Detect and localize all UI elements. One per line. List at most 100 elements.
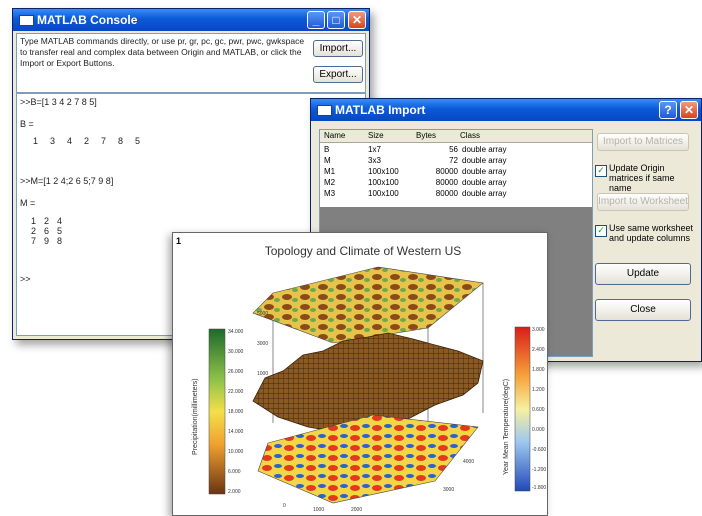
import-to-worksheet-button[interactable]: Import to Worksheet <box>597 193 689 211</box>
maximize-icon[interactable]: □ <box>327 11 345 29</box>
console-command-line: >>B=[1 3 4 2 7 8 5] <box>20 97 97 107</box>
z-tick-label: 5000 <box>257 311 268 317</box>
export-button[interactable]: Export... <box>313 66 363 83</box>
precipitation-scale-labels: 34.000 30.000 26.000 22.000 18.000 14.00… <box>228 329 244 495</box>
b-value: 8 <box>118 136 124 146</box>
var-size: 100x100 <box>368 167 399 176</box>
m-value: 7 <box>31 236 37 246</box>
graph-window[interactable]: 1 Topology and Climate of Western US 34.… <box>172 232 548 516</box>
m-value: 1 <box>31 216 37 226</box>
console-output-line: M = <box>20 198 36 208</box>
var-class: double array <box>462 167 507 176</box>
b-value: 4 <box>67 136 73 146</box>
b-value: 1 <box>33 136 39 146</box>
import-to-matrices-button[interactable]: Import to Matrices <box>597 133 689 151</box>
x-tick-label: 0 <box>283 503 286 509</box>
column-header-bytes[interactable]: Bytes <box>416 131 436 140</box>
var-bytes: 80000 <box>435 189 458 198</box>
update-origin-label: Update Origin matrices if same name <box>609 163 675 193</box>
topology-3d-plot[interactable]: 1 Topology and Climate of Western US 34.… <box>173 233 547 515</box>
scale-tick-label: 6.000 <box>228 469 241 475</box>
var-size: 100x100 <box>368 189 399 198</box>
b-value: 2 <box>84 136 90 146</box>
var-bytes: 80000 <box>435 167 458 176</box>
m-value: 5 <box>57 226 63 236</box>
b-value: 3 <box>50 136 56 146</box>
column-header-size[interactable]: Size <box>368 131 384 140</box>
import-title: MATLAB Import <box>335 103 426 117</box>
m-value: 2 <box>31 226 37 236</box>
x-tick-label: 2000 <box>351 507 362 513</box>
m-value: 9 <box>44 236 50 246</box>
console-prompt[interactable]: >> <box>20 274 31 284</box>
scale-tick-label: 14.000 <box>228 429 244 435</box>
list-item[interactable]: M1 100x100 80000 double array <box>320 166 592 177</box>
var-name: M1 <box>324 167 336 176</box>
minimize-icon[interactable]: _ <box>307 11 325 29</box>
var-class: double array <box>462 145 507 154</box>
var-name: M2 <box>324 178 336 187</box>
var-bytes: 56 <box>449 145 458 154</box>
topology-contour-layer <box>252 266 484 344</box>
scale-tick-label: 0.600 <box>532 407 545 413</box>
z-tick-label: 3000 <box>257 341 268 347</box>
list-item[interactable]: B 1x7 56 double array <box>320 144 592 155</box>
scale-tick-label: 3.000 <box>532 327 545 333</box>
precipitation-color-scale <box>208 328 226 495</box>
scale-tick-label: 2.400 <box>532 347 545 353</box>
var-bytes: 80000 <box>435 178 458 187</box>
b-vector-output: 1 3 4 2 7 8 5 <box>33 136 173 148</box>
scale-tick-label: -1.200 <box>532 467 546 473</box>
var-bytes: 72 <box>449 156 458 165</box>
column-header-class[interactable]: Class <box>460 131 480 140</box>
precipitation-axis-label: Precipitation(millimeters) <box>192 378 199 455</box>
close-icon[interactable]: ✕ <box>680 101 698 119</box>
close-button[interactable]: Close <box>595 299 691 321</box>
console-instructions-panel: Type MATLAB commands directly, or use pr… <box>16 33 366 93</box>
scale-tick-label: 2.000 <box>228 489 241 495</box>
import-button[interactable]: Import... <box>313 40 363 57</box>
z-axis-ticks: 5000 3000 1000 <box>257 311 268 377</box>
console-titlebar[interactable]: MATLAB Console _ □ ✕ <box>13 9 369 31</box>
list-item[interactable]: M3 100x100 80000 double array <box>320 188 592 199</box>
scale-tick-label: 18.000 <box>228 409 244 415</box>
window-icon <box>317 105 332 116</box>
scale-tick-label: 26.000 <box>228 369 244 375</box>
var-class: double array <box>462 178 507 187</box>
column-header-name[interactable]: Name <box>324 131 345 140</box>
var-name: M <box>324 156 331 165</box>
z-tick-label: 1000 <box>257 371 268 377</box>
m-value: 8 <box>57 236 63 246</box>
var-name: M3 <box>324 189 336 198</box>
scale-tick-label: 1.200 <box>532 387 545 393</box>
x-tick-label: 1000 <box>313 507 324 513</box>
var-class: double array <box>462 189 507 198</box>
m-value: 2 <box>44 216 50 226</box>
help-icon[interactable]: ? <box>659 101 677 119</box>
update-origin-checkbox[interactable]: ✓ <box>595 165 607 177</box>
m-value: 6 <box>44 226 50 236</box>
y-tick-label: 4000 <box>463 459 474 465</box>
import-titlebar[interactable]: MATLAB Import ? ✕ <box>311 99 701 121</box>
plot-title: Topology and Climate of Western US <box>265 244 462 258</box>
temperature-axis-label: Year Mean Temperature(degC) <box>503 379 510 475</box>
var-size: 100x100 <box>368 178 399 187</box>
list-item[interactable]: M 3x3 72 double array <box>320 155 592 166</box>
window-icon <box>19 15 34 26</box>
same-worksheet-checkbox[interactable]: ✓ <box>595 225 607 237</box>
list-item[interactable]: M2 100x100 80000 double array <box>320 177 592 188</box>
var-name: B <box>324 145 330 154</box>
console-command-line: >>M=[1 2 4;2 6 5;7 9 8] <box>20 176 114 186</box>
var-size: 3x3 <box>368 156 381 165</box>
var-class: double array <box>462 156 507 165</box>
scale-tick-label: 0.000 <box>532 427 545 433</box>
update-button[interactable]: Update <box>595 263 691 285</box>
scale-tick-label: 1.800 <box>532 367 545 373</box>
same-worksheet-label: Use same worksheet and update columns <box>609 223 694 243</box>
console-intro-text: Type MATLAB commands directly, or use pr… <box>20 36 305 68</box>
close-icon[interactable]: ✕ <box>348 11 366 29</box>
graph-layer-tag: 1 <box>176 236 181 246</box>
scale-tick-label: 30.000 <box>228 349 244 355</box>
list-header: Name Size Bytes Class <box>320 130 592 143</box>
scale-tick-label: -0.600 <box>532 447 546 453</box>
